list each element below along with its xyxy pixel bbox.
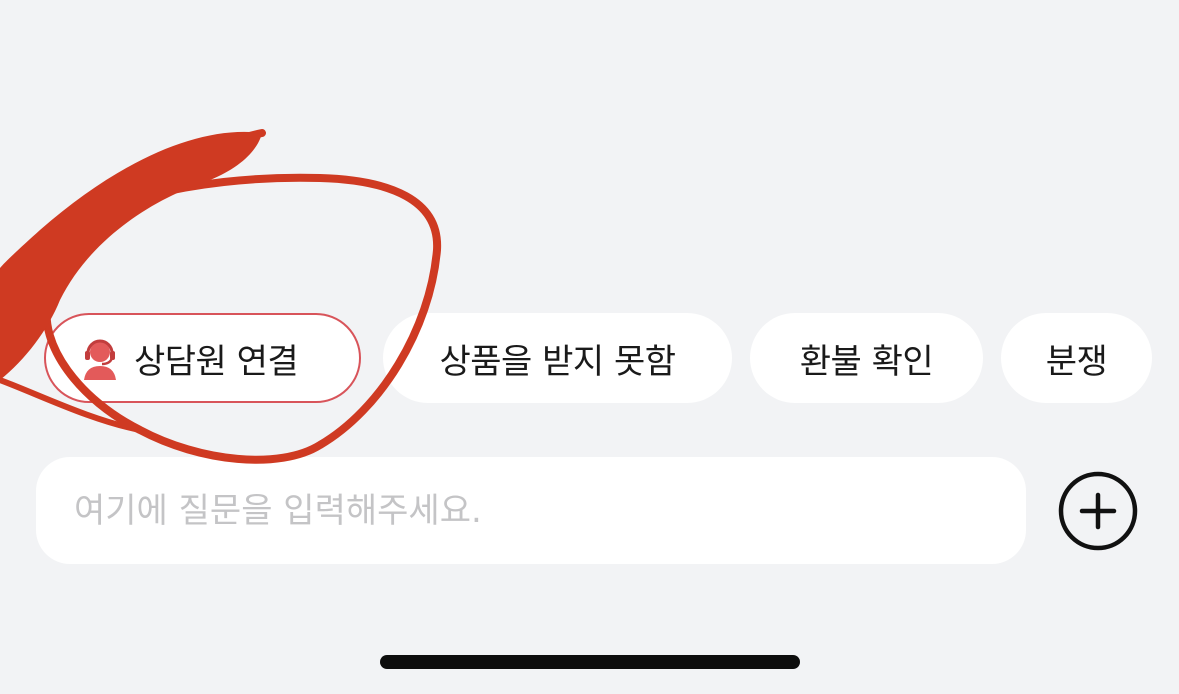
message-input-container <box>36 457 1026 564</box>
refund-check-label: 환불 확인 <box>799 341 934 382</box>
refund-check-chip[interactable]: 환불 확인 <box>750 313 983 403</box>
headset-agent-icon <box>84 339 116 380</box>
product-not-received-chip[interactable]: 상품을 받지 못함 <box>383 313 732 403</box>
plus-circle-icon <box>1058 471 1138 551</box>
dispute-label: 분쟁 <box>1045 341 1108 382</box>
dispute-chip[interactable]: 분쟁 <box>1001 313 1152 403</box>
product-not-received-label: 상품을 받지 못함 <box>439 341 676 382</box>
home-indicator[interactable] <box>380 655 800 669</box>
connect-agent-label: 상담원 연결 <box>134 341 299 382</box>
question-input[interactable] <box>72 489 1026 532</box>
connect-agent-chip[interactable]: 상담원 연결 <box>44 313 361 403</box>
add-attachment-button[interactable] <box>1057 470 1139 552</box>
quick-reply-bar: 상담원 연결 상품을 받지 못함 환불 확인 분쟁 <box>0 0 1179 694</box>
